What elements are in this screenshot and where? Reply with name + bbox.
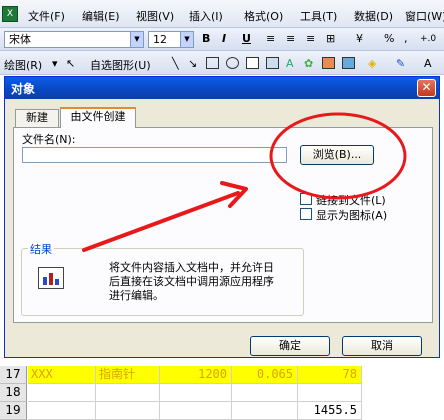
autoshape-menu[interactable]: 自选图形(U)	[90, 57, 151, 73]
formatting-toolbar: 宋体 ▼ 12 ▼ B I U ≡ ≡ ≡ ⊞ ¥ % , +.0	[0, 28, 444, 51]
table-cell[interactable]	[232, 402, 298, 420]
menu-data[interactable]: 数据(D)	[354, 8, 393, 24]
menu-view[interactable]: 视图(V)	[136, 8, 174, 24]
table-cell[interactable]: 1455.5	[298, 402, 362, 420]
clipart-icon[interactable]	[322, 57, 335, 69]
link-to-file-label: 链接到文件(L)	[316, 194, 386, 207]
table-cell[interactable]	[160, 402, 232, 420]
display-as-icon-label: 显示为图标(A)	[316, 209, 388, 222]
ok-button[interactable]: 确定	[250, 336, 330, 356]
diagram-icon[interactable]: ✿	[304, 57, 313, 70]
tab-create-from-file[interactable]: 由文件创建	[60, 107, 136, 128]
font-size: 12	[153, 33, 167, 46]
chevron-down-icon[interactable]: ▼	[130, 32, 143, 47]
merge-center-icon[interactable]: ⊞	[326, 32, 335, 45]
oval-icon[interactable]	[226, 57, 239, 69]
menu-format[interactable]: 格式(O)	[244, 8, 283, 24]
tab-new[interactable]: 新建	[15, 109, 59, 127]
percent-button[interactable]: %	[384, 32, 394, 45]
chevron-down-icon[interactable]: ▼	[180, 32, 193, 47]
font-color-icon[interactable]: A	[424, 57, 432, 70]
filename-input[interactable]	[22, 147, 287, 163]
dialog-title-bar[interactable]: 对象 ✕	[5, 77, 439, 99]
table-cell[interactable]	[232, 384, 298, 402]
close-button[interactable]: ✕	[417, 79, 436, 97]
font-name: 宋体	[9, 33, 31, 46]
arrow-icon[interactable]: ↘	[188, 57, 197, 70]
table-cell[interactable]	[298, 384, 362, 402]
increase-decimal-icon[interactable]: +.0	[420, 34, 436, 44]
tab-label: 新建	[26, 111, 48, 124]
menu-edit[interactable]: 编辑(E)	[82, 8, 120, 24]
picture-icon[interactable]	[342, 57, 355, 69]
vertical-textbox-icon[interactable]	[266, 57, 279, 69]
result-label: 结果	[28, 241, 54, 257]
table-cell[interactable]: 78	[298, 366, 362, 384]
italic-button[interactable]: I	[222, 32, 226, 45]
table-cell[interactable]	[96, 384, 160, 402]
browse-button-label: 浏览(B)...	[312, 148, 362, 161]
textbox-icon[interactable]	[246, 57, 259, 69]
font-combo[interactable]: 宋体 ▼	[4, 31, 144, 48]
row-header[interactable]: 18	[0, 384, 27, 402]
menu-file[interactable]: 文件(F)	[28, 8, 65, 24]
align-center-icon[interactable]: ≡	[286, 32, 295, 45]
rectangle-icon[interactable]	[206, 57, 219, 69]
fill-color-icon[interactable]: ◈	[368, 57, 376, 70]
drawing-toolbar: 绘图(R) ▾ ↖ 自选图形(U) ╲ ↘ A ✿ ◈ ✎ A	[0, 51, 444, 75]
align-right-icon[interactable]: ≡	[306, 32, 315, 45]
table-cell[interactable]: 1200	[160, 366, 232, 384]
browse-button[interactable]: 浏览(B)...	[300, 145, 374, 165]
cancel-button-label: 取消	[371, 339, 393, 352]
tab-panel: 文件名(N): 浏览(B)... 链接到文件(L) 显示为图标(A) 结果 将文…	[13, 127, 433, 323]
cancel-button[interactable]: 取消	[342, 336, 422, 356]
menu-insert[interactable]: 插入(I)	[189, 8, 223, 24]
object-dialog: 对象 ✕ 新建 由文件创建 文件名(N): 浏览(B)... 链接到文件(L) …	[4, 76, 440, 358]
row-header[interactable]: 17	[0, 366, 27, 384]
filename-label: 文件名(N):	[22, 133, 76, 146]
chevron-down-icon[interactable]: ▾	[52, 57, 58, 70]
table-cell[interactable]	[96, 402, 160, 420]
table-cell[interactable]: 0.065	[232, 366, 298, 384]
menu-bar: X 文件(F) 编辑(E) 视图(V) 插入(I) 格式(O) 工具(T) 数据…	[0, 0, 444, 28]
menu-tools[interactable]: 工具(T)	[300, 8, 337, 24]
select-objects-icon[interactable]: ↖	[66, 57, 75, 70]
align-left-icon[interactable]: ≡	[266, 32, 275, 45]
wordart-icon[interactable]: A	[286, 57, 294, 70]
draw-menu[interactable]: 绘图(R)	[4, 57, 42, 73]
embedded-document-icon	[38, 267, 64, 289]
table-cell[interactable]	[28, 402, 96, 420]
link-to-file-checkbox[interactable]	[300, 193, 312, 205]
dialog-title: 对象	[11, 82, 36, 96]
display-as-icon-checkbox[interactable]	[300, 208, 312, 220]
table-cell[interactable]	[160, 384, 232, 402]
result-description: 将文件内容插入文档中，并允许日后直接在该文档中调用源应用程序进行编辑。	[109, 261, 274, 302]
table-cell[interactable]	[28, 384, 96, 402]
underline-button[interactable]: U	[242, 32, 251, 45]
line-color-icon[interactable]: ✎	[396, 57, 405, 70]
ok-button-label: 确定	[279, 339, 301, 352]
table-cell[interactable]: 指南针	[96, 366, 160, 384]
font-size-combo[interactable]: 12 ▼	[148, 31, 194, 48]
currency-icon[interactable]: ¥	[356, 32, 363, 45]
comma-icon[interactable]: ,	[404, 32, 408, 45]
result-group: 结果 将文件内容插入文档中，并允许日后直接在该文档中调用源应用程序进行编辑。	[21, 241, 304, 316]
menu-window[interactable]: 窗口(W)	[405, 8, 444, 24]
excel-app-icon[interactable]: X	[2, 6, 18, 22]
row-header[interactable]: 19	[0, 402, 27, 420]
worksheet-grid: 17 XXX 指南针 1200 0.065 78 18 19 1455.5	[0, 358, 444, 420]
close-icon: ✕	[421, 80, 432, 94]
line-icon[interactable]: ╲	[172, 57, 179, 70]
table-cell[interactable]: XXX	[28, 366, 96, 384]
tab-label: 由文件创建	[70, 110, 126, 123]
bold-button[interactable]: B	[202, 32, 210, 45]
